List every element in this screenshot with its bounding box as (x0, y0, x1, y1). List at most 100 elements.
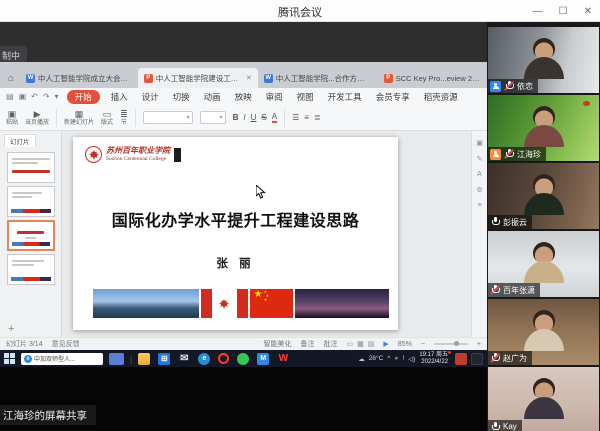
college-name-en: Suzhou Centennial College (106, 156, 170, 162)
strikethrough-button[interactable]: S (261, 113, 266, 122)
italic-button[interactable]: I (243, 113, 245, 122)
menu-slideshow[interactable]: 放映 (232, 90, 255, 104)
tab-close-icon[interactable]: ✕ (246, 74, 252, 82)
notes-button[interactable]: 备注 (301, 339, 315, 349)
close-button[interactable]: ✕ (584, 6, 592, 17)
slide-thumbnail-4[interactable] (7, 254, 55, 285)
participant-tile[interactable]: Kay (488, 367, 599, 431)
participant-tile[interactable]: 江海珍 (488, 95, 599, 161)
menu-insert[interactable]: 插入 (108, 90, 131, 104)
search-text: 中加双师型人... (34, 354, 75, 363)
play-from-page-button[interactable]: ▶ 当页播放 (25, 110, 49, 126)
sharer-badge-icon (490, 149, 501, 160)
taskbar-clock[interactable]: 19:17 周五 2022/4/22 (419, 352, 451, 366)
participant-nameplate: 彭振云 (488, 215, 532, 229)
settings-icon[interactable]: ⚙ (476, 186, 482, 194)
text-tool-icon[interactable]: A (477, 171, 482, 178)
menu-member[interactable]: 会员专享 (373, 90, 413, 104)
home-icon[interactable]: ⌂ (8, 73, 14, 84)
menu-review[interactable]: 审阅 (263, 90, 286, 104)
sorter-view-icon[interactable]: ▦ (357, 340, 364, 348)
underline-button[interactable]: U (251, 113, 257, 122)
edit-icon[interactable]: ✎ (477, 155, 483, 163)
tray-app-icon[interactable] (471, 353, 483, 365)
wps-app-icon[interactable]: W (277, 353, 289, 365)
comments-button[interactable]: 批注 (324, 339, 338, 349)
minimize-button[interactable]: — (533, 6, 543, 17)
align-left-icon[interactable]: ≡ (304, 113, 309, 122)
file-menu-icon[interactable]: ▤ (6, 92, 14, 101)
menu-design[interactable]: 设计 (139, 90, 162, 104)
canada-flag-image (201, 289, 248, 318)
dropdown-icon[interactable]: ▾ (55, 92, 59, 101)
wps-doc-tab-2-active[interactable]: P 中人工智能学院建设工作会议 ✕ (138, 68, 258, 88)
windows-taskbar: e 中加双师型人... | ⊞ ✉ e M W ☁ 26°C ^ ● ! (0, 350, 487, 367)
font-family-select[interactable]: ▾ (143, 111, 193, 124)
time: 19:17 周五 (419, 352, 448, 359)
font-color-button[interactable]: A (272, 112, 277, 123)
reading-view-icon[interactable]: ▤ (368, 340, 375, 348)
tray-expand-icon[interactable]: ^ (387, 355, 390, 362)
slide-thumbnail-3-selected[interactable] (7, 220, 55, 251)
slides-panel-tab[interactable]: 幻灯片 (4, 134, 36, 147)
save-icon[interactable]: ▣ (19, 92, 27, 101)
weather-temp[interactable]: 26°C (369, 355, 384, 362)
participant-nameplate: Kay (488, 420, 522, 431)
mouse-cursor (256, 185, 266, 204)
beautify-button[interactable]: 智能美化 (264, 339, 292, 349)
paste-button[interactable]: ▣ 粘贴 (6, 110, 18, 126)
participant-name: 百年张潇 (503, 285, 535, 296)
participant-tile[interactable]: 彭振云 (488, 163, 599, 229)
wps-toolbar: ▣ 粘贴 ▶ 当页播放 ▦ 新建幻灯片 ▭ 版式 ≣ 节 (0, 105, 487, 131)
zoom-slider[interactable] (434, 343, 468, 345)
align-center-icon[interactable]: ≣ (314, 113, 321, 122)
participant-nameplate: 百年张潇 (488, 283, 540, 297)
menu-devtools[interactable]: 开发工具 (325, 90, 365, 104)
menu-resources[interactable]: 稻壳资源 (421, 90, 461, 104)
redo-icon[interactable]: ↷ (43, 92, 50, 101)
new-slide-button[interactable]: ▦ 新建幻灯片 (64, 110, 94, 126)
bullet-list-icon[interactable]: ☰ (292, 113, 299, 122)
maximize-button[interactable]: ☐ (559, 6, 568, 17)
store-icon[interactable]: ⊞ (158, 353, 170, 365)
menu-view[interactable]: 视图 (294, 90, 317, 104)
undo-icon[interactable]: ↶ (31, 92, 38, 101)
zoom-out-icon[interactable]: − (421, 341, 425, 348)
mail-icon[interactable]: ✉ (178, 353, 190, 365)
normal-view-icon[interactable]: ▭ (347, 340, 354, 348)
edge-browser-icon[interactable]: e (198, 353, 210, 365)
font-size-select[interactable]: ▾ (200, 111, 226, 124)
wps-doc-tab-3[interactable]: W 中人工智能学院...合作方案 - V2 (258, 68, 378, 88)
meeting-app-icon[interactable]: M (257, 353, 269, 365)
wps-doc-tab-1[interactable]: W 中人工智能学院成立大会记录 (20, 68, 138, 88)
browser-ring-icon[interactable] (218, 353, 229, 364)
search-highlight-badge[interactable] (109, 353, 124, 365)
slideshow-play-icon[interactable]: ▶ (383, 340, 388, 348)
participant-nameplate: 江海珍 (488, 147, 546, 161)
participant-tile[interactable]: 百年张潇 (488, 231, 599, 297)
start-button[interactable] (4, 353, 15, 364)
bold-button[interactable]: B (233, 113, 239, 122)
wechat-icon[interactable] (237, 353, 249, 365)
menu-transition[interactable]: 切换 (170, 90, 193, 104)
properties-icon[interactable]: ▣ (476, 139, 483, 147)
participant-tile[interactable]: 赵广为 (488, 299, 599, 365)
slide-thumbnail-panel: 幻灯片 + (0, 131, 62, 337)
notification-app-icon[interactable] (455, 353, 467, 365)
list-icon[interactable]: ≡ (477, 202, 481, 209)
add-slide-button[interactable]: + (8, 323, 14, 335)
section-button[interactable]: ≣ 节 (120, 110, 128, 126)
menu-home[interactable]: 开始 (67, 90, 100, 104)
slide-thumbnail-2[interactable] (7, 186, 55, 217)
feedback-link[interactable]: 意见反馈 (52, 339, 80, 349)
menu-animation[interactable]: 动画 (201, 90, 224, 104)
layout-button[interactable]: ▭ 版式 (101, 110, 113, 126)
volume-icon[interactable]: ◁) (408, 355, 415, 363)
file-explorer-icon[interactable] (138, 353, 150, 365)
wps-doc-tab-4[interactable]: P SCC Key Pro...eview 2022 (378, 68, 487, 88)
taskbar-search-box[interactable]: e 中加双师型人... (21, 353, 103, 365)
zoom-in-icon[interactable]: + (477, 341, 481, 348)
ladybug-decoration (583, 101, 590, 106)
participant-tile[interactable]: 依恋 (488, 27, 599, 93)
slide-thumbnail-1[interactable] (7, 152, 55, 183)
